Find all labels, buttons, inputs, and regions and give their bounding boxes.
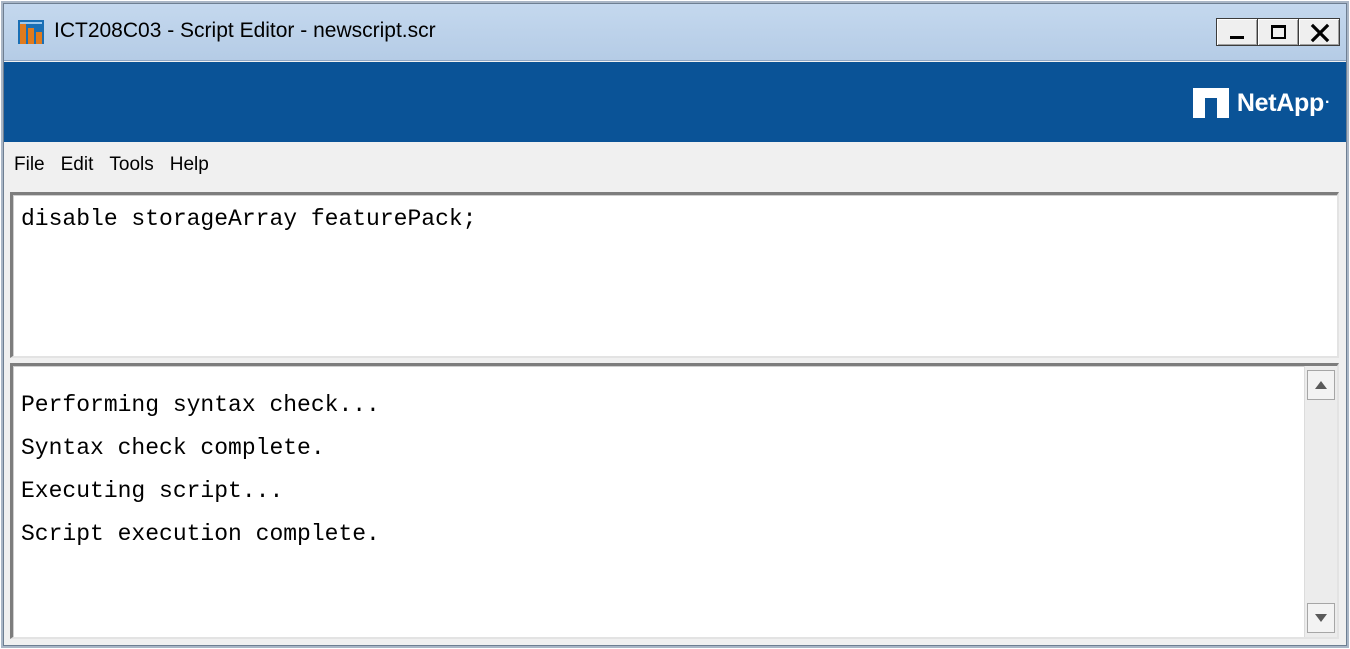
brand-name: NetApp [1236,88,1324,117]
maximize-button[interactable] [1257,18,1299,46]
scroll-down-arrow-icon [1315,614,1327,622]
window-title: ICT208C03 - Script Editor - newscript.sc… [54,19,436,42]
title-bar[interactable]: ICT208C03 - Script Editor - newscript.sc… [4,4,1346,61]
output-line: Syntax check complete. [21,435,325,461]
netapp-logo-icon [1192,88,1229,118]
minimize-button[interactable] [1216,18,1258,46]
close-button[interactable] [1298,18,1340,46]
scroll-down-button[interactable] [1307,603,1335,633]
scroll-up-arrow-icon [1315,381,1327,389]
scroll-up-button[interactable] [1307,370,1335,400]
menu-help[interactable]: Help [162,150,217,180]
output-line: Performing syntax check... [21,392,380,418]
menu-bar: File Edit Tools Help [4,142,1346,188]
minimize-icon [1230,36,1244,39]
netapp-logo: NetApp · [1192,87,1330,119]
output-log: Performing syntax check... Syntax check … [21,384,380,556]
brand-trademark: · [1324,94,1330,111]
script-editor-pane[interactable]: disable storageArray featurePack; [10,192,1339,358]
menu-file[interactable]: File [6,150,53,180]
output-scrollbar[interactable] [1304,366,1337,637]
output-pane[interactable]: Performing syntax check... Syntax check … [10,363,1339,639]
script-line[interactable]: disable storageArray featurePack; [21,203,476,235]
window-controls [1216,18,1340,46]
array-manager-icon [18,20,44,44]
close-icon [1299,19,1339,45]
maximize-icon [1271,25,1286,39]
brand-banner: NetApp · [4,62,1346,142]
script-editor-window: ICT208C03 - Script Editor - newscript.sc… [3,3,1347,646]
output-line: Executing script... [21,478,284,504]
menu-tools[interactable]: Tools [101,150,161,180]
menu-edit[interactable]: Edit [53,150,102,180]
output-line: Script execution complete. [21,521,380,547]
